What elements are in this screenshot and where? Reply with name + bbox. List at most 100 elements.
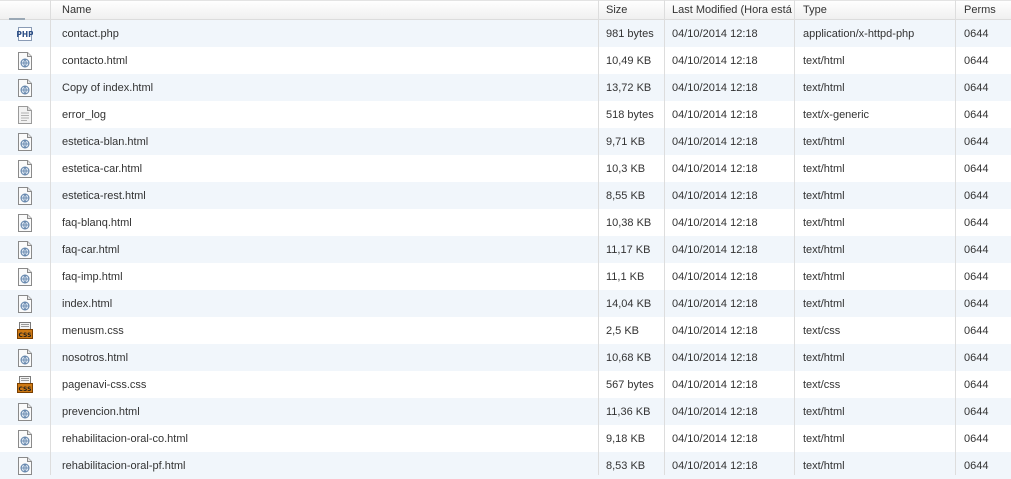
html-file-icon[interactable] [0,128,50,155]
file-perms[interactable]: 0644 [964,74,1008,101]
table-row[interactable]: PHP contact.php 981 bytes 04/10/2014 12:18 a… [0,20,1011,47]
table-row[interactable]: estetica-car.html 10,3 KB 04/10/2014 12:18… [0,155,1011,182]
css-file-icon[interactable]: CSS [0,317,50,344]
file-name[interactable]: estetica-blan.html [62,128,598,155]
file-name[interactable]: faq-blanq.html [62,209,598,236]
table-row[interactable]: CSS pagenavi-css.css 567 bytes 04/10/2014 1… [0,371,1011,398]
html-file-icon[interactable] [0,263,50,290]
file-perms[interactable]: 0644 [964,263,1008,290]
column-header-size[interactable]: Size [606,0,664,19]
file-type: text/html [803,243,845,256]
file-size: 2,5 KB [606,324,640,337]
table-row[interactable]: faq-imp.html 11,1 KB 04/10/2014 12:18 text/… [0,263,1011,290]
file-perms[interactable]: 0644 [964,47,1008,74]
file-size: 10,3 KB [606,162,646,175]
html-file-icon[interactable] [0,344,50,371]
file-perms[interactable]: 0644 [964,182,1008,209]
column-header-type[interactable]: Type [803,0,953,19]
file-name[interactable]: menusm.css [62,317,598,344]
file-perms[interactable]: 0644 [964,371,1008,398]
file-perms[interactable]: 0644 [964,209,1008,236]
table-row[interactable]: error_log 518 bytes 04/10/2014 12:18 text/x… [0,101,1011,128]
table-row[interactable]: estetica-rest.html 8,55 KB 04/10/2014 12:1… [0,182,1011,209]
table-row[interactable]: index.html 14,04 KB 04/10/2014 12:18 text/h… [0,290,1011,317]
file-name[interactable]: faq-car.html [62,236,598,263]
file-modified: 04/10/2014 12:18 [672,243,758,256]
table-row[interactable]: CSS menusm.css 2,5 KB 04/10/2014 12:18 text/… [0,317,1011,344]
table-row[interactable]: faq-car.html 11,17 KB 04/10/2014 12:18 text… [0,236,1011,263]
file-perms[interactable]: 0644 [964,20,1008,47]
file-name[interactable]: estetica-rest.html [62,182,598,209]
column-divider [794,0,795,475]
table-row[interactable]: faq-blanq.html 10,38 KB 04/10/2014 12:18 te… [0,209,1011,236]
file-perms[interactable]: 0644 [964,398,1008,425]
html-file-icon[interactable] [0,47,50,74]
html-file-icon[interactable] [0,425,50,452]
file-modified: 04/10/2014 12:18 [672,135,758,148]
text-file-icon[interactable] [0,101,50,128]
svg-text:CSS: CSS [19,386,32,393]
css-file-icon[interactable]: CSS [0,371,50,398]
table-row[interactable]: Copy of index.html 13,72 KB 04/10/2014 12:… [0,74,1011,101]
table-row[interactable]: estetica-blan.html 9,71 KB 04/10/2014 12:1… [0,128,1011,155]
file-modified: 04/10/2014 12:18 [672,432,758,445]
file-perms[interactable]: 0644 [964,425,1008,452]
html-file-icon[interactable] [0,209,50,236]
table-row[interactable]: rehabilitacion-oral-co.html 9,18 KB 04/10/… [0,425,1011,452]
file-perms[interactable]: 0644 [964,155,1008,182]
file-name[interactable]: rehabilitacion-oral-co.html [62,425,598,452]
file-perms[interactable]: 0644 [964,344,1008,371]
file-name[interactable]: faq-imp.html [62,263,598,290]
file-perms[interactable]: 0644 [964,128,1008,155]
column-header-modified[interactable]: Last Modified (Hora está [672,0,792,19]
file-type: text/html [803,189,845,202]
file-table: Name Size Last Modified (Hora está Type … [0,0,1011,479]
file-size: 13,72 KB [606,81,652,94]
file-modified: 04/10/2014 12:18 [672,27,758,40]
file-size: 11,17 KB [606,243,651,256]
table-row[interactable]: nosotros.html 10,68 KB 04/10/2014 12:18 tex… [0,344,1011,371]
file-size: 981 bytes [606,27,654,40]
table-row[interactable]: prevencion.html 11,36 KB 04/10/2014 12:18 t… [0,398,1011,425]
file-name[interactable]: contact.php [62,20,598,47]
php-file-icon[interactable]: PHP [0,20,50,47]
file-modified: 04/10/2014 12:18 [672,54,758,67]
file-perms[interactable]: 0644 [964,290,1008,317]
file-name[interactable]: pagenavi-css.css [62,371,598,398]
file-name[interactable]: index.html [62,290,598,317]
table-body: PHP contact.php 981 bytes 04/10/2014 12:18 a… [0,20,1011,479]
file-type: application/x-httpd-php [803,27,915,40]
column-divider [598,0,599,475]
file-name[interactable]: prevencion.html [62,398,598,425]
file-size: 11,1 KB [606,270,645,283]
html-file-icon[interactable] [0,74,50,101]
html-file-icon[interactable] [0,290,50,317]
file-size: 10,38 KB [606,216,652,229]
html-file-icon[interactable] [0,155,50,182]
file-perms[interactable]: 0644 [964,317,1008,344]
file-name[interactable]: error_log [62,101,598,128]
file-size: 10,49 KB [606,54,652,67]
html-file-icon[interactable] [0,236,50,263]
file-type: text/html [803,81,845,94]
svg-text:CSS: CSS [19,332,32,339]
file-modified: 04/10/2014 12:18 [672,162,758,175]
file-name[interactable]: contacto.html [62,47,598,74]
column-header-name[interactable]: Name [62,0,598,19]
file-name[interactable]: nosotros.html [62,344,598,371]
column-divider [50,0,51,475]
file-name[interactable]: Copy of index.html [62,74,598,101]
html-file-icon[interactable] [0,398,50,425]
file-modified: 04/10/2014 12:18 [672,378,758,391]
column-header-perms[interactable]: Perms [964,0,1008,19]
file-modified: 04/10/2014 12:18 [672,189,758,202]
file-type: text/css [803,324,841,337]
file-modified: 04/10/2014 12:18 [672,351,758,364]
file-size: 10,68 KB [606,351,652,364]
table-row[interactable]: contacto.html 10,49 KB 04/10/2014 12:18 tex… [0,47,1011,74]
file-perms[interactable]: 0644 [964,101,1008,128]
html-file-icon[interactable] [0,182,50,209]
file-perms[interactable]: 0644 [964,236,1008,263]
file-size: 567 bytes [606,378,654,391]
file-name[interactable]: estetica-car.html [62,155,598,182]
